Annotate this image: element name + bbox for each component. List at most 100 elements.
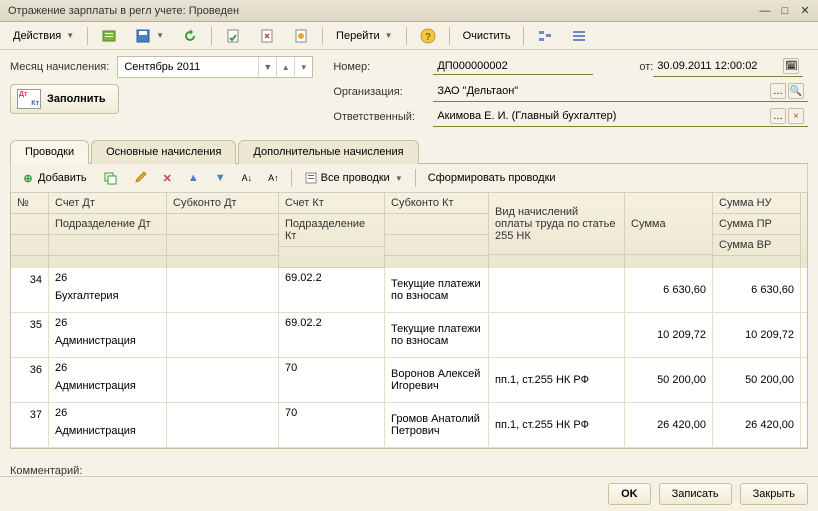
entries-grid: № Счет ДтПодразделение Дт Субконто Дт Сч… — [10, 193, 808, 449]
number-field[interactable]: ДП000000002 — [433, 58, 593, 75]
refresh-icon[interactable] — [175, 24, 205, 48]
edit-icon[interactable] — [127, 168, 153, 188]
bottom-bar: OK Записать Закрыть — [0, 476, 818, 511]
cell-sum-nu: 26 420,00 — [713, 403, 801, 447]
main-toolbar: Действия▼ ▼ Перейти▼ ? Очистить — [0, 22, 818, 50]
save-icon[interactable]: ▼ — [128, 24, 171, 48]
resp-field[interactable]: Акимова Е. И. (Главный бухгалтер) … × — [433, 106, 808, 127]
post-icon[interactable] — [94, 24, 124, 48]
cell-sum-nu: 6 630,60 — [713, 268, 801, 312]
cell-num: 34 — [11, 268, 49, 312]
copy-icon[interactable] — [97, 168, 123, 188]
settings-1-icon[interactable] — [530, 24, 560, 48]
tab-main-accruals[interactable]: Основные начисления — [91, 140, 236, 164]
cell-sum: 26 420,00 — [625, 403, 713, 447]
tab-entries[interactable]: Проводки — [10, 140, 89, 164]
cell-sub-kt: Громов Анатолий Петрович — [385, 403, 489, 447]
form-entries-button[interactable]: Сформировать проводки — [422, 169, 562, 187]
date-field[interactable]: 30.09.2011 12:00:02 🗓 — [653, 56, 803, 77]
tabs: Проводки Основные начисления Дополнитель… — [10, 139, 808, 164]
sort-asc-icon[interactable]: A↓ — [236, 170, 259, 186]
cell-kt: 70 — [279, 358, 385, 402]
ok-button[interactable]: OK — [608, 483, 651, 505]
period-input[interactable] — [118, 61, 258, 73]
col-kt[interactable]: Счет Кт — [279, 193, 384, 214]
titlebar: Отражение зарплаты в регл учете: Проведе… — [0, 0, 818, 22]
comment-label: Комментарий: — [10, 465, 82, 477]
cell-sub-kt: Текущие платежи по взносам — [385, 313, 489, 357]
resp-more-icon[interactable]: … — [770, 108, 786, 124]
org-field[interactable]: ЗАО "Дельтаон" … 🔍 — [433, 81, 808, 102]
movements-icon[interactable] — [252, 24, 282, 48]
cell-kt: 70 — [279, 403, 385, 447]
sort-desc-icon[interactable]: A↑ — [262, 170, 285, 186]
col-dept-dt[interactable]: Подразделение Дт — [49, 214, 166, 235]
down-icon[interactable]: ▼ — [209, 169, 232, 187]
cell-sub-kt: Воронов Алексей Игоревич — [385, 358, 489, 402]
period-dd-icon[interactable]: ▼ — [258, 57, 276, 77]
struct-icon[interactable] — [286, 24, 316, 48]
table-row[interactable]: 35 26Администрация 69.02.2 Текущие плате… — [11, 313, 807, 358]
cell-dt: 26Администрация — [49, 403, 167, 447]
col-sub-kt[interactable]: Субконто Кт — [385, 193, 488, 214]
col-num[interactable]: № — [11, 193, 48, 214]
minimize-button[interactable]: — — [756, 3, 774, 19]
clear-button[interactable]: Очистить — [456, 26, 518, 46]
go-menu[interactable]: Перейти▼ — [329, 26, 400, 46]
cell-sum-nu: 50 200,00 — [713, 358, 801, 402]
period-down-icon[interactable]: ▾ — [294, 57, 312, 77]
cell-num: 35 — [11, 313, 49, 357]
up-icon[interactable]: ▲ — [182, 169, 205, 187]
col-sum-nu[interactable]: Сумма НУ — [713, 193, 800, 214]
actions-menu[interactable]: Действия▼ — [6, 26, 81, 46]
table-row[interactable]: 37 26Администрация 70 Громов Анатолий Пе… — [11, 403, 807, 448]
cell-sum: 10 209,72 — [625, 313, 713, 357]
col-dt[interactable]: Счет Дт — [49, 193, 166, 214]
period-up-icon[interactable]: ▴ — [276, 57, 294, 77]
period-select[interactable]: ▼ ▴ ▾ — [117, 56, 313, 78]
org-label: Организация: — [333, 86, 433, 98]
col-sum[interactable]: Сумма — [625, 193, 712, 255]
cell-sum: 6 630,60 — [625, 268, 713, 312]
close-button[interactable]: ✕ — [796, 3, 814, 19]
cell-vid — [489, 313, 625, 357]
col-vid[interactable]: Вид начислений оплаты труда по статье 25… — [489, 193, 624, 255]
all-entries-button[interactable]: Все проводки▼ — [298, 168, 409, 188]
maximize-button[interactable]: □ — [776, 3, 794, 19]
svg-text:?: ? — [425, 32, 431, 43]
save-button[interactable]: Записать — [659, 483, 732, 505]
cell-sub-dt — [167, 358, 279, 402]
post-doc-icon[interactable] — [218, 24, 248, 48]
add-button[interactable]: ⊕Добавить — [15, 168, 93, 188]
table-row[interactable]: 34 26Бухгалтерия 69.02.2 Текущие платежи… — [11, 268, 807, 313]
col-dept-kt[interactable]: Подразделение Кт — [279, 214, 384, 247]
cell-vid — [489, 268, 625, 312]
cell-kt: 69.02.2 — [279, 313, 385, 357]
col-sub-dt[interactable]: Субконто Дт — [167, 193, 278, 214]
settings-2-icon[interactable] — [564, 24, 594, 48]
table-row[interactable]: 36 26Администрация 70 Воронов Алексей Иг… — [11, 358, 807, 403]
help-icon[interactable]: ? — [413, 24, 443, 48]
cell-num: 37 — [11, 403, 49, 447]
date-picker-icon[interactable]: 🗓 — [783, 58, 799, 74]
cell-dt: 26Бухгалтерия — [49, 268, 167, 312]
number-label: Номер: — [333, 61, 433, 73]
resp-label: Ответственный: — [333, 111, 433, 123]
org-more-icon[interactable]: … — [770, 83, 786, 99]
grid-toolbar: ⊕Добавить ✕ ▲ ▼ A↓ A↑ Все проводки▼ Сфор… — [10, 164, 808, 193]
cell-kt: 69.02.2 — [279, 268, 385, 312]
close-form-button[interactable]: Закрыть — [740, 483, 808, 505]
cell-sum-nu: 10 209,72 — [713, 313, 801, 357]
cell-sub-dt — [167, 403, 279, 447]
col-sum-pr[interactable]: Сумма ПР — [713, 214, 800, 235]
delete-icon[interactable]: ✕ — [157, 169, 178, 188]
cell-sub-kt: Текущие платежи по взносам — [385, 268, 489, 312]
col-sum-vr[interactable]: Сумма ВР — [713, 235, 800, 256]
cell-num: 36 — [11, 358, 49, 402]
cell-vid: пп.1, ст.255 НК РФ — [489, 358, 625, 402]
org-search-icon[interactable]: 🔍 — [788, 83, 804, 99]
tab-addl-accruals[interactable]: Дополнительные начисления — [238, 140, 418, 164]
fill-button[interactable]: Заполнить — [10, 84, 119, 114]
resp-clear-icon[interactable]: × — [788, 108, 804, 124]
cell-dt: 26Администрация — [49, 358, 167, 402]
